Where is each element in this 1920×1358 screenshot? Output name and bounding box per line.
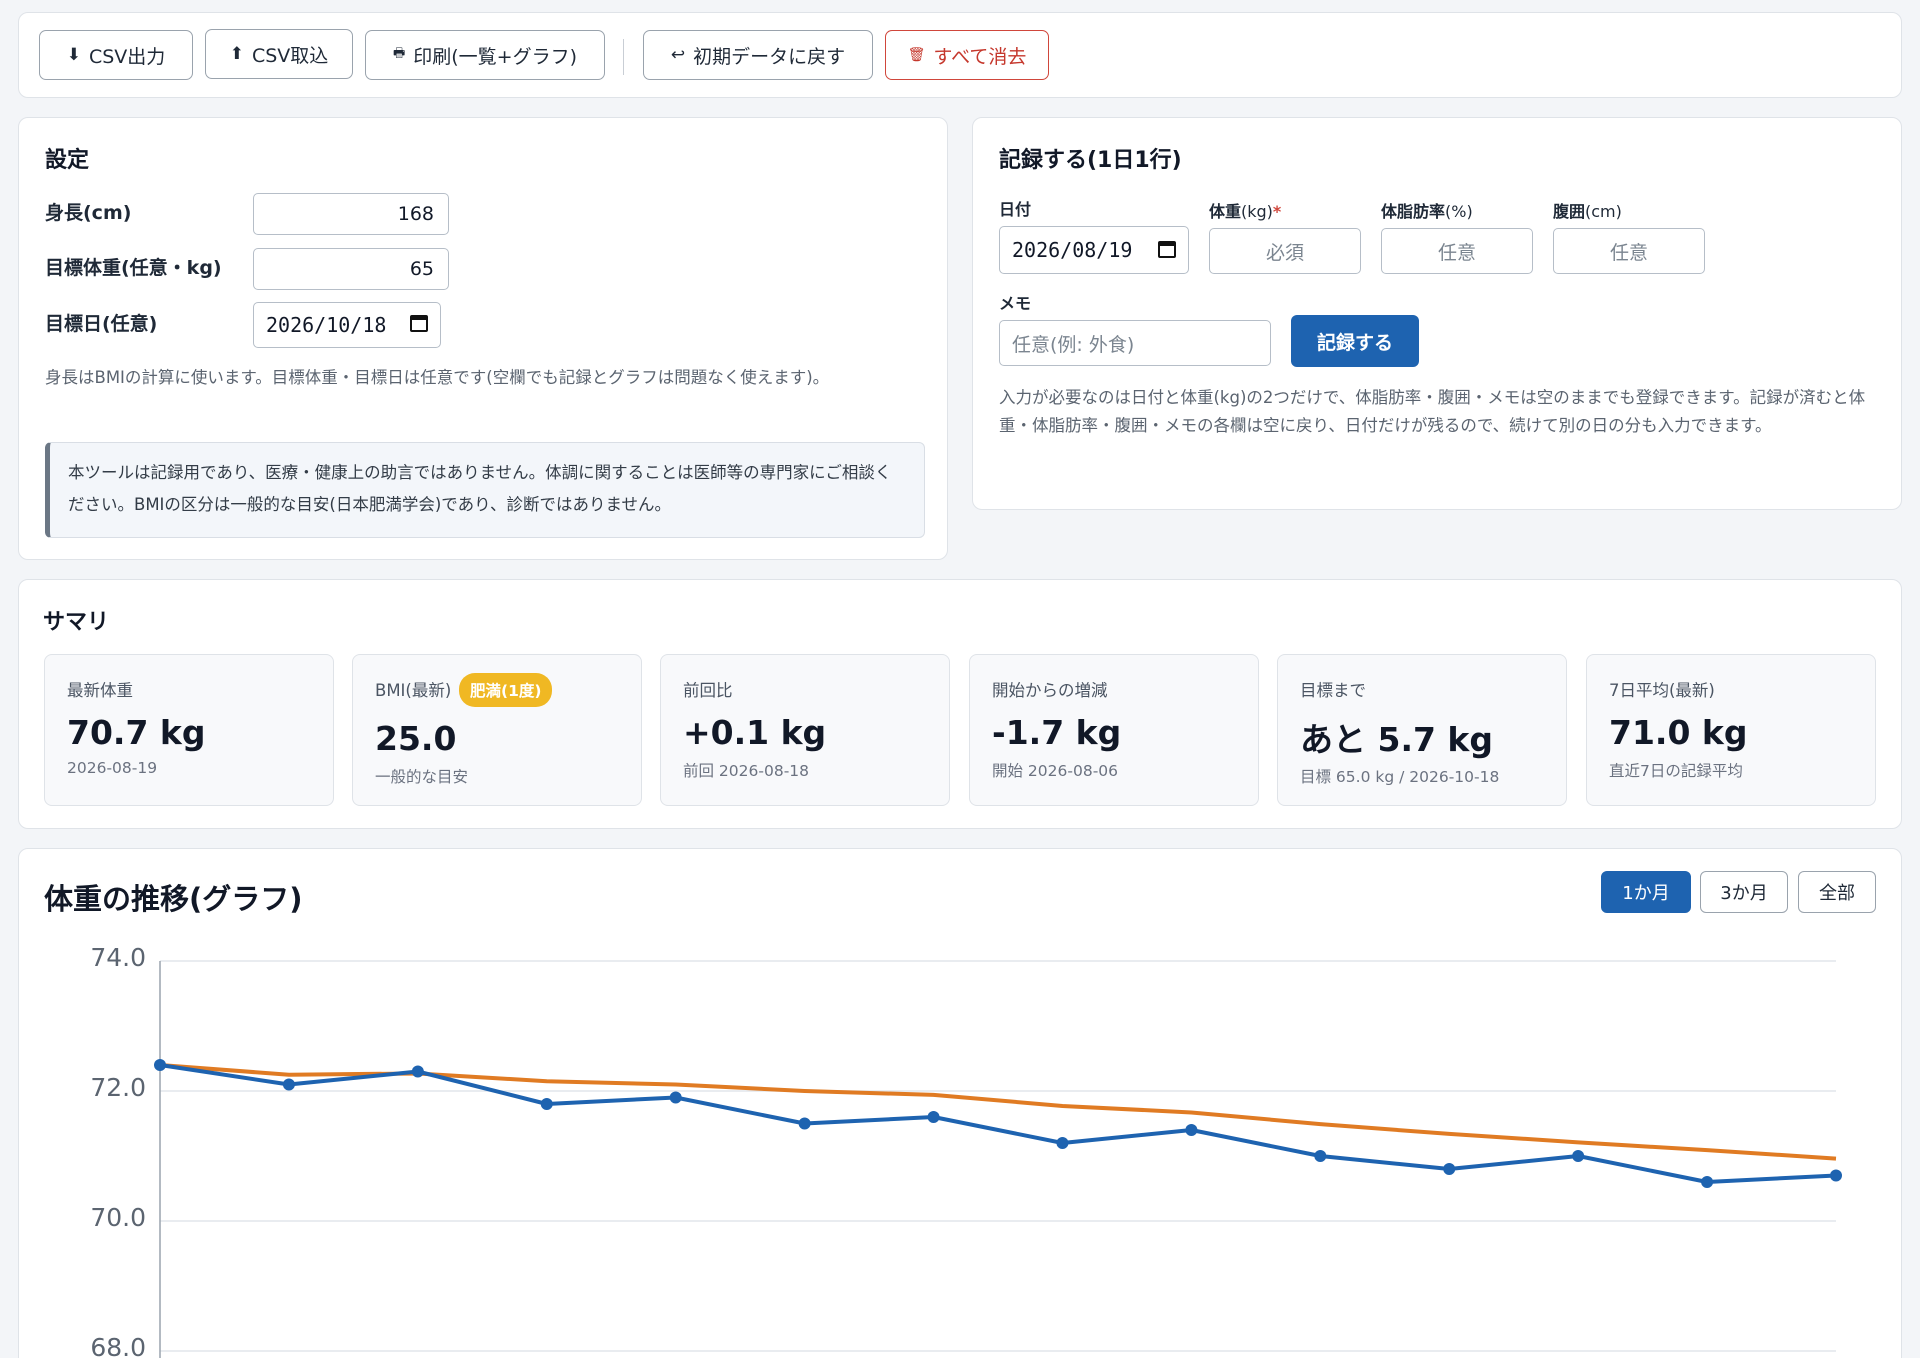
stat-sub: 2026-08-19 xyxy=(67,759,158,777)
weight-input[interactable]: 必須 xyxy=(1209,228,1361,274)
toolbar: ⬇ CSV出力 ⬆ CSV取込 🖶 印刷(一覧+グラフ) ↩ 初期データに戻す … xyxy=(18,12,1902,98)
height-label: 身長(cm) xyxy=(45,202,132,224)
undo-arrow-icon: ↩ xyxy=(670,45,686,65)
stat-7day-average: 7日平均(最新) 71.0 kg 直近7日の記録平均 xyxy=(1586,654,1876,806)
body-fat-placeholder: 任意 xyxy=(1437,241,1476,264)
bmi-category-badge: 肥満(1度) xyxy=(459,673,553,707)
goal-date-input[interactable]: 2026/10/18 xyxy=(253,302,441,348)
body-fat-input[interactable]: 任意 xyxy=(1381,228,1533,274)
goal-weight-value: 65 xyxy=(409,258,434,280)
stat-value: あと 5.7 kg xyxy=(1300,720,1494,759)
body-fat-unit: (%) xyxy=(1445,202,1473,221)
chart-title: 体重の推移(グラフ) xyxy=(44,882,303,916)
y-tick-label: 68.0 xyxy=(90,1333,146,1358)
settings-title: 設定 xyxy=(45,148,90,173)
date-label: 日付 xyxy=(999,200,1032,219)
weight-unit: (kg) xyxy=(1241,202,1273,221)
memo-placeholder: 任意(例: 外食) xyxy=(1012,333,1135,356)
stat-sub: 開始 2026-08-06 xyxy=(992,762,1119,780)
memo-input[interactable]: 任意(例: 外食) xyxy=(999,320,1271,366)
clear-all-label: すべて消去 xyxy=(933,45,1027,68)
stat-latest-weight: 最新体重 70.7 kg 2026-08-19 xyxy=(44,654,334,806)
csv-import-label: CSV取込 xyxy=(251,44,329,67)
weight-placeholder: 必須 xyxy=(1265,241,1304,264)
stat-title: 前回比 xyxy=(683,681,733,700)
stat-sub: 前回 2026-08-18 xyxy=(683,762,810,780)
calendar-icon[interactable] xyxy=(1158,241,1176,258)
y-tick-label: 74.0 xyxy=(90,943,146,972)
submit-record-button[interactable]: 記録する xyxy=(1291,315,1419,367)
waist-label-text: 腹囲 xyxy=(1553,202,1586,221)
stat-since-start: 開始からの増減 -1.7 kg 開始 2026-08-06 xyxy=(969,654,1259,806)
trash-icon: 🗑 xyxy=(907,47,926,63)
goal-weight-input[interactable]: 65 xyxy=(253,248,449,290)
range-1month-button[interactable]: 1か月 xyxy=(1601,871,1691,913)
toolbar-divider xyxy=(623,39,624,75)
reset-button[interactable]: ↩ 初期データに戻す xyxy=(643,30,873,80)
waist-unit: (cm) xyxy=(1585,202,1622,221)
arrow-up-icon: ⬆ xyxy=(229,44,244,64)
stat-value: 70.7 kg xyxy=(67,713,206,752)
waist-input[interactable]: 任意 xyxy=(1553,228,1705,274)
weight-label-text: 体重 xyxy=(1209,202,1242,221)
required-mark: * xyxy=(1272,202,1282,221)
clear-all-button[interactable]: 🗑 すべて消去 xyxy=(885,30,1049,80)
waist-placeholder: 任意 xyxy=(1609,241,1648,264)
printer-icon: 🖶 xyxy=(392,46,406,61)
csv-export-button[interactable]: ⬇ CSV出力 xyxy=(39,30,193,80)
stat-title: 目標まで xyxy=(1300,681,1366,700)
y-tick-label: 70.0 xyxy=(90,1203,146,1232)
body-fat-label: 体脂肪率(%) xyxy=(1381,198,1473,222)
memo-label: メモ xyxy=(999,294,1032,313)
stat-value: 71.0 kg xyxy=(1609,713,1748,752)
stat-value: -1.7 kg xyxy=(992,713,1122,752)
print-label: 印刷(一覧+グラフ) xyxy=(413,45,578,68)
range-3months-button[interactable]: 3か月 xyxy=(1700,871,1788,913)
stat-bmi: BMI(最新) 肥満(1度) 25.0 一般的な目安 xyxy=(352,654,642,806)
arrow-down-icon: ⬇ xyxy=(66,45,81,65)
goal-date-value: 2026/10/18 xyxy=(266,313,387,337)
goal-date-label: 目標日(任意) xyxy=(45,313,158,335)
chart-panel xyxy=(18,848,1902,1358)
stat-to-goal: 目標まで あと 5.7 kg 目標 65.0 kg / 2026-10-18 xyxy=(1277,654,1567,806)
weight-label: 体重(kg)* xyxy=(1209,198,1281,222)
disclaimer-notice: 本ツールは記録用であり、医療・健康上の助言ではありません。体調に関することは医師… xyxy=(45,442,925,538)
summary-title: サマリ xyxy=(43,610,110,635)
stat-sub: 直近7日の記録平均 xyxy=(1609,762,1743,780)
record-title: 記録する(1日1行) xyxy=(999,148,1182,173)
stat-value: 25.0 xyxy=(375,719,457,758)
stat-title: 開始からの増減 xyxy=(992,681,1108,700)
waist-label: 腹囲(cm) xyxy=(1553,198,1622,222)
stat-sub: 一般的な目安 xyxy=(375,768,469,786)
csv-import-button[interactable]: ⬆ CSV取込 xyxy=(205,29,353,79)
csv-export-label: CSV出力 xyxy=(88,45,166,68)
stat-title: BMI(最新) xyxy=(375,681,452,700)
goal-weight-label: 目標体重(任意・kg) xyxy=(45,257,222,279)
range-all-button[interactable]: 全部 xyxy=(1798,871,1876,913)
stat-title: 7日平均(最新) xyxy=(1609,681,1715,700)
body-fat-label-text: 体脂肪率 xyxy=(1381,202,1446,221)
print-button[interactable]: 🖶 印刷(一覧+グラフ) xyxy=(365,30,605,80)
record-date-input[interactable]: 2026/08/19 xyxy=(999,226,1189,274)
height-value: 168 xyxy=(397,203,434,225)
calendar-icon[interactable] xyxy=(410,315,428,332)
record-help: 入力が必要なのは日付と体重(kg)の2つだけで、体脂肪率・腹囲・メモは空のままで… xyxy=(999,388,1866,435)
stat-title: 最新体重 xyxy=(67,681,133,700)
disclaimer-text: 本ツールは記録用であり、医療・健康上の助言ではありません。体調に関することは医師… xyxy=(68,463,892,514)
settings-panel: 設定 身長(cm) 168 目標体重(任意・kg) 65 目標日(任意) 202… xyxy=(18,117,948,560)
settings-help: 身長はBMIの計算に使います。目標体重・目標日は任意です(空欄でも記録とグラフは… xyxy=(45,368,830,387)
stat-sub: 目標 65.0 kg / 2026-10-18 xyxy=(1300,768,1500,786)
stat-prev-diff: 前回比 +0.1 kg 前回 2026-08-18 xyxy=(660,654,950,806)
reset-label: 初期データに戻す xyxy=(693,45,846,68)
record-panel: 記録する(1日1行) 日付 2026/08/19 体重(kg)* 必須 体脂肪率… xyxy=(972,117,1902,510)
height-input[interactable]: 168 xyxy=(253,193,449,235)
y-tick-label: 72.0 xyxy=(90,1073,146,1102)
record-date-value: 2026/08/19 xyxy=(1012,238,1133,262)
stat-value: +0.1 kg xyxy=(683,713,827,752)
